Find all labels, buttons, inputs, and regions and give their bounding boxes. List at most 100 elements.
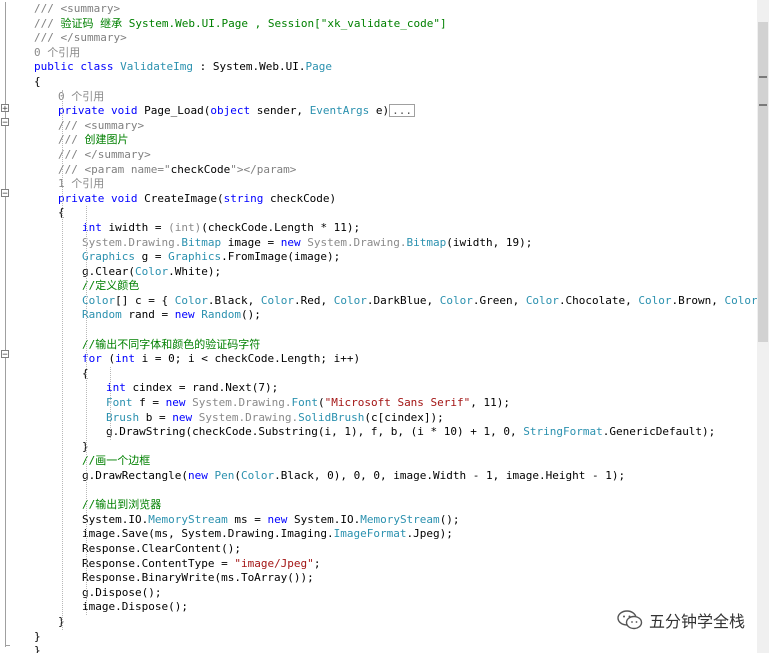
code-line[interactable]: } — [34, 440, 757, 455]
code-token: /// — [34, 16, 61, 30]
code-line[interactable]: /// </summary> — [34, 148, 757, 163]
collapse-icon[interactable]: − — [1, 189, 9, 199]
code-line[interactable]: Color[] c = { Color.Black, Color.Red, Co… — [34, 294, 757, 309]
code-line[interactable]: 1 个引用 — [34, 177, 757, 192]
code-line[interactable]: private void CreateImage(string checkCod… — [34, 192, 757, 207]
code-token: Color — [174, 293, 208, 307]
code-token: /// </summary> — [58, 147, 151, 161]
code-line[interactable]: int iwidth = (int)(checkCode.Length * 11… — [34, 221, 757, 236]
expand-icon[interactable]: + — [1, 104, 9, 114]
code-token: //输出不同字体和颜色的验证码字符 — [82, 337, 261, 351]
code-line[interactable]: /// 验证码 继承 System.Web.UI.Page , Session[… — [34, 17, 757, 32]
code-line[interactable]: /// </summary> — [34, 31, 757, 46]
code-token: Color — [724, 293, 757, 307]
reference-count-link[interactable]: 1 个引用 — [58, 177, 104, 190]
code-line[interactable]: Random rand = new Random(); — [34, 308, 757, 323]
code-token: Graphics — [168, 250, 222, 264]
wechat-icon — [617, 610, 643, 630]
code-token: e) — [369, 104, 390, 118]
code-token: i = 0; i < checkCode.Length; i++) — [135, 352, 361, 366]
code-token: : System.Web.UI. — [192, 60, 306, 74]
code-token: , 11); — [470, 396, 511, 410]
code-line[interactable]: System.IO.MemoryStream ms = new System.I… — [34, 513, 757, 528]
code-token: System.Drawing. — [307, 235, 407, 249]
code-line[interactable]: for (int i = 0; i < checkCode.Length; i+… — [34, 352, 757, 367]
collapsed-region-button[interactable]: ... — [389, 104, 416, 118]
code-token: //定义颜色 — [82, 279, 140, 293]
code-line[interactable]: g.Clear(Color.White); — [34, 265, 757, 280]
scrollbar-thumb[interactable] — [758, 22, 768, 342]
code-token: int — [82, 220, 102, 234]
code-line[interactable]: public class ValidateImg : System.Web.UI… — [34, 60, 757, 75]
code-token: Response.ContentType = — [82, 556, 235, 570]
indent-guide — [110, 367, 112, 440]
code-token: Color — [333, 293, 367, 307]
vertical-scrollbar[interactable] — [757, 0, 769, 653]
code-token: } — [34, 629, 41, 643]
code-line[interactable]: int cindex = rand.Next(7); — [34, 381, 757, 396]
code-line[interactable]: g.DrawRectangle(new Pen(Color.Black, 0),… — [34, 469, 757, 484]
code-token: ; — [313, 556, 321, 570]
code-line[interactable]: /// 创建图片 — [34, 133, 757, 148]
code-line[interactable]: { — [34, 367, 757, 382]
outline-guide — [5, 2, 6, 647]
collapse-icon[interactable]: − — [1, 350, 9, 360]
code-token: /// <summary> — [58, 118, 145, 132]
code-line[interactable]: 0 个引用 — [34, 90, 757, 105]
code-line[interactable]: //输出不同字体和颜色的验证码字符 — [34, 338, 757, 353]
code-line[interactable]: //定义颜色 — [34, 279, 757, 294]
code-token: (); — [439, 512, 460, 526]
code-line[interactable] — [34, 484, 757, 499]
code-token: string — [223, 191, 264, 205]
code-line[interactable]: /// <summary> — [34, 119, 757, 134]
code-token: Color — [240, 469, 275, 482]
code-line[interactable] — [34, 323, 757, 338]
code-token: for — [82, 352, 102, 366]
code-token: g.Clear( — [82, 264, 135, 278]
code-line[interactable]: Response.ClearContent(); — [34, 542, 757, 557]
code-line[interactable]: Brush b = new System.Drawing.SolidBrush(… — [34, 411, 757, 426]
code-token: Response.BinaryWrite(ms.ToArray()); — [82, 571, 314, 585]
code-line[interactable]: Response.ContentType = "image/Jpeg"; — [34, 557, 757, 572]
code-token: new — [165, 396, 193, 410]
code-line[interactable]: 0 个引用 — [34, 46, 757, 61]
code-line[interactable]: } — [34, 644, 757, 653]
reference-count-link[interactable]: 0 个引用 — [34, 46, 80, 59]
code-line[interactable]: Response.BinaryWrite(ms.ToArray()); — [34, 571, 757, 586]
code-line[interactable]: image.Save(ms, System.Drawing.Imaging.Im… — [34, 527, 757, 542]
code-token: System.Drawing. — [198, 410, 299, 424]
code-token: g.DrawString(checkCode.Substring(i, 1), … — [106, 425, 524, 439]
code-line[interactable]: { — [34, 206, 757, 221]
code-token: cindex = rand.Next(7); — [125, 381, 279, 395]
code-line[interactable]: /// <summary> — [34, 2, 757, 17]
reference-count-link[interactable]: 0 个引用 — [58, 90, 104, 103]
code-line[interactable]: { — [34, 75, 757, 90]
code-line[interactable]: Font f = new System.Drawing.Font("Micros… — [34, 396, 757, 411]
code-token: (); — [240, 308, 261, 322]
collapse-icon[interactable]: − — [1, 118, 9, 128]
code-token: Font — [291, 396, 318, 410]
code-token: //画一个边框 — [82, 454, 151, 468]
code-token: } — [34, 644, 41, 653]
code-token: Color — [525, 293, 559, 307]
code-token: private void — [58, 191, 145, 205]
code-line[interactable]: //输出到浏览器 — [34, 498, 757, 513]
code-token: sender, — [250, 104, 310, 118]
code-token: Page — [305, 60, 333, 74]
code-line[interactable]: g.Dispose(); — [34, 586, 757, 601]
code-token: System.IO. — [82, 512, 149, 526]
code-line[interactable]: private void Page_Load(object sender, Ev… — [34, 104, 757, 119]
code-token: Random — [201, 308, 241, 322]
outline-gutter: + − − − — [0, 0, 12, 653]
code-line[interactable]: /// <param name="checkCode"></param> — [34, 163, 757, 178]
code-line[interactable]: g.DrawString(checkCode.Substring(i, 1), … — [34, 425, 757, 440]
code-token: .Black, — [207, 293, 261, 307]
code-token: 验证码 继承 System.Web.UI.Page , Session["xk_… — [60, 16, 447, 30]
code-line[interactable]: System.Drawing.Bitmap image = new System… — [34, 236, 757, 251]
code-token: Bitmap — [181, 235, 222, 249]
code-editor[interactable]: /// <summary>/// 验证码 继承 System.Web.UI.Pa… — [34, 2, 757, 653]
code-token: System.Drawing. — [82, 235, 182, 249]
code-token: Pen — [214, 469, 235, 482]
code-line[interactable]: Graphics g = Graphics.FromImage(image); — [34, 250, 757, 265]
code-line[interactable]: //画一个边框 — [34, 454, 757, 469]
